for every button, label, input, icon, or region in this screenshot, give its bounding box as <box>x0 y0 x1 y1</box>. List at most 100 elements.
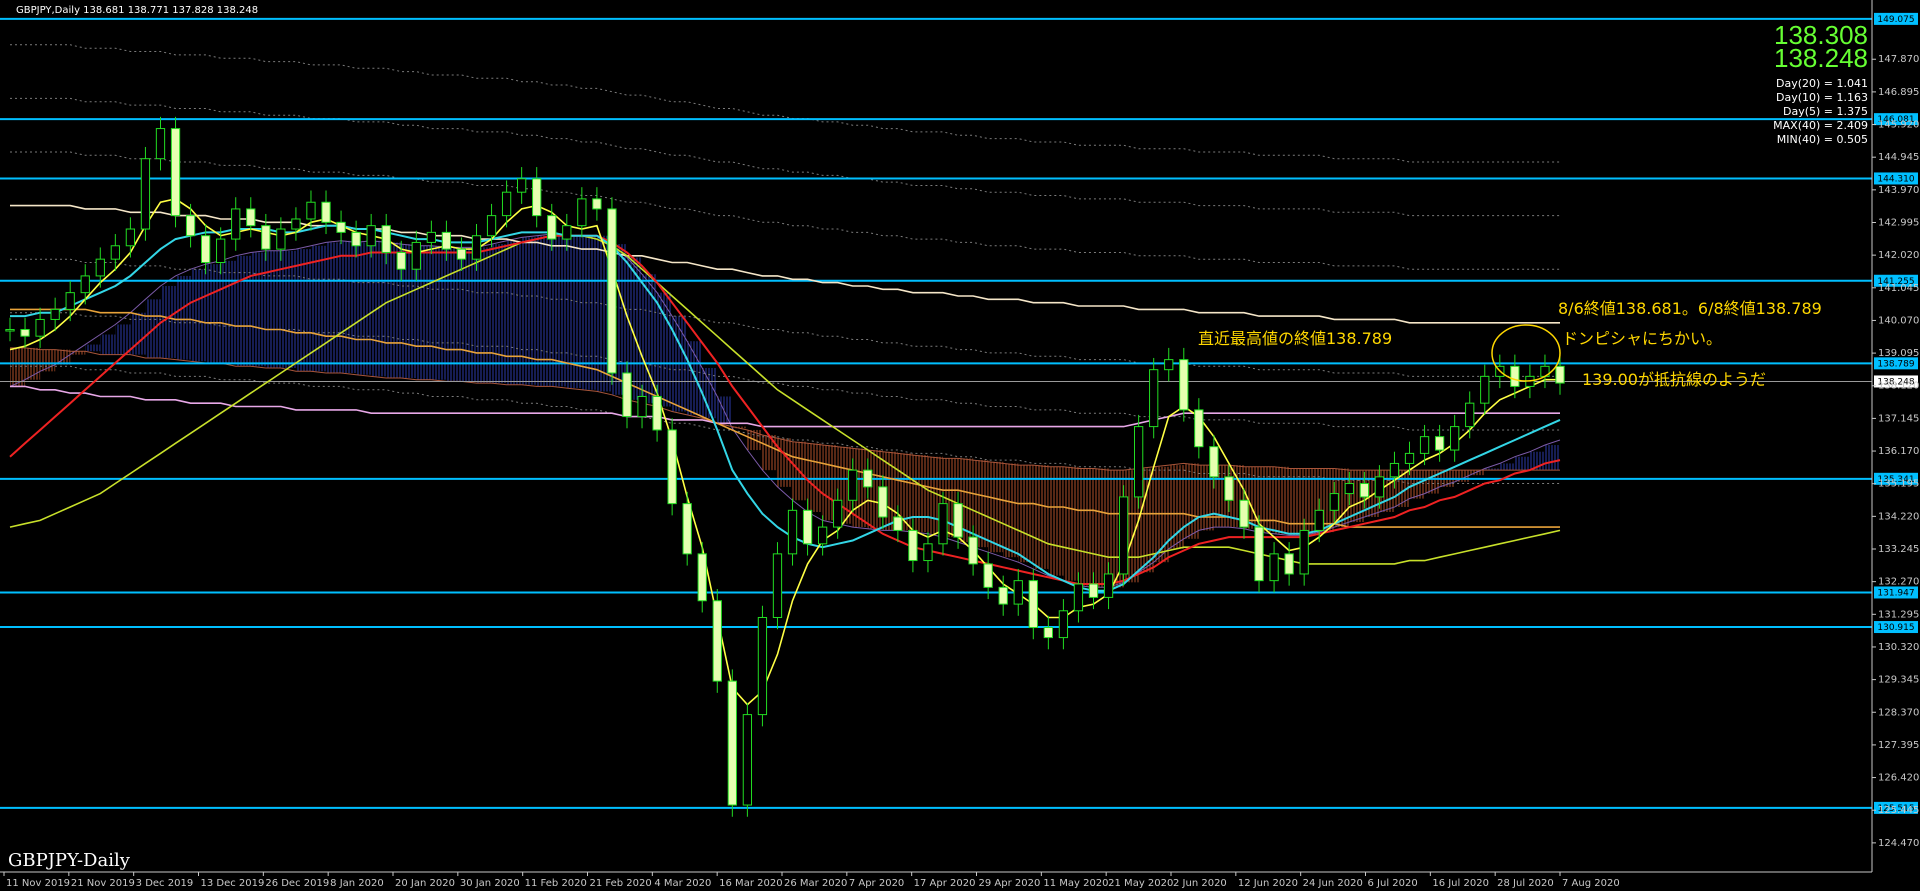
level-price-label: 149.075 <box>1877 15 1914 25</box>
candle-body <box>1419 436 1430 454</box>
candle-body <box>231 208 241 240</box>
candle-body <box>562 225 572 240</box>
cloud-segment <box>1183 463 1199 539</box>
annotation-resistance: 139.00が抵抗線のようだ <box>1582 370 1766 389</box>
price-axis-label: 127.395 <box>1878 740 1919 751</box>
time-axis-label: 3 Dec 2019 <box>136 878 194 889</box>
candle-body <box>923 543 933 562</box>
candle-body <box>276 228 286 250</box>
symbol-timeframe-label: GBPJPY-Daily <box>8 850 131 871</box>
candle-body <box>381 225 391 253</box>
annotation-dompisha: ドンピシャにちかい。 <box>1562 329 1722 348</box>
quote-price-2: 138.248 <box>1774 43 1868 73</box>
candle-body <box>336 221 346 233</box>
candle-body <box>787 509 798 555</box>
candle-body <box>1224 476 1234 501</box>
cloud-segment <box>1063 466 1079 581</box>
candle-body <box>953 503 963 538</box>
price-axis-label: 138.120 <box>1878 381 1919 392</box>
price-axis-label: 147.870 <box>1878 54 1919 65</box>
candle-body <box>185 215 196 237</box>
candle-body <box>456 248 467 260</box>
candle-body <box>772 553 783 618</box>
candle-body <box>291 218 301 230</box>
candle-body <box>817 526 828 545</box>
candle-body <box>426 231 436 243</box>
candle-body <box>351 231 361 247</box>
cloud-segment <box>220 260 236 363</box>
candle-body <box>1434 436 1445 451</box>
time-axis-label: 7 Apr 2020 <box>849 878 904 889</box>
cloud-segment <box>1259 466 1275 533</box>
candle-body <box>517 178 527 193</box>
cloud-segment <box>491 244 507 384</box>
price-axis-label: 143.970 <box>1878 185 1919 196</box>
time-axis-label: 21 Feb 2020 <box>590 878 652 889</box>
cloud-segment <box>326 242 342 374</box>
cloud-segment <box>115 324 131 355</box>
price-axis-label: 130.320 <box>1878 642 1919 653</box>
candle-body <box>501 191 512 217</box>
candle-body <box>1404 452 1415 464</box>
time-axis-label: 7 Aug 2020 <box>1562 878 1620 889</box>
time-axis-label: 24 Jun 2020 <box>1303 878 1363 889</box>
candle-body <box>968 536 978 565</box>
volatility-stats: Day(20) = 1.041 Day(10) = 1.163 Day(5) =… <box>1773 77 1868 146</box>
candle-body <box>1073 583 1084 612</box>
candle-body <box>246 208 256 227</box>
candle-body <box>1465 402 1475 428</box>
price-axis-label: 125.445 <box>1878 805 1919 816</box>
cloud-segment <box>1003 463 1019 558</box>
price-axis-label: 141.045 <box>1878 283 1919 294</box>
time-axis-label: 13 Dec 2019 <box>201 878 265 889</box>
price-axis-label: 129.345 <box>1878 675 1919 686</box>
candle-body <box>1269 553 1279 582</box>
cloud-segment <box>265 250 281 368</box>
candle-body <box>1510 365 1520 387</box>
cloud-segment <box>762 434 778 471</box>
level-price-label: 131.947 <box>1877 588 1914 598</box>
candle-body <box>1314 509 1324 531</box>
cloud-segment <box>988 461 1004 553</box>
candle-body <box>1374 476 1385 498</box>
candle-body <box>637 395 647 418</box>
annotation-recent-high: 直近最高値の終値138.789 <box>1198 329 1392 348</box>
stat-day10: Day(10) = 1.163 <box>1776 91 1868 104</box>
cloud-segment <box>1093 468 1109 588</box>
time-axis-label: 29 Apr 2020 <box>979 878 1041 889</box>
price-axis-label: 131.295 <box>1878 609 1919 620</box>
candle-body <box>216 238 226 264</box>
price-axis-label: 134.220 <box>1878 511 1919 522</box>
price-axis-label: 135.195 <box>1878 479 1919 490</box>
cloud-segment <box>356 242 372 375</box>
price-axis-label: 124.470 <box>1878 838 1919 849</box>
candle-body <box>486 215 497 237</box>
cloud-segment <box>190 269 206 362</box>
stat-day20: Day(20) = 1.041 <box>1776 77 1868 90</box>
candle-body <box>1088 583 1099 598</box>
chart-window: 149.075 146.081 144.310 141.255 138.789 135.3… <box>0 0 1920 891</box>
symbol-info-header: GBPJPY,Daily 138.681 138.771 137.828 138… <box>16 5 258 16</box>
candle-body <box>1028 580 1038 629</box>
candle-body <box>50 308 60 320</box>
time-axis-label: 12 Jun 2020 <box>1238 878 1298 889</box>
time-axis-label: 11 Feb 2020 <box>525 878 587 889</box>
time-axis-label: 4 Mar 2020 <box>654 878 711 889</box>
candle-body <box>110 245 120 260</box>
candle-body <box>95 258 105 277</box>
time-axis-label: 16 Mar 2020 <box>719 878 782 889</box>
candle-body <box>938 503 948 545</box>
candle-body <box>170 128 181 217</box>
level-price-label: 144.310 <box>1877 174 1914 184</box>
candle-body <box>908 529 918 562</box>
candle-body <box>1450 426 1460 451</box>
candle-body <box>848 469 858 501</box>
candle-body <box>712 600 722 682</box>
candle-body <box>1344 483 1354 495</box>
time-axis-label: 26 Mar 2020 <box>784 878 847 889</box>
price-axis-label: 146.895 <box>1878 87 1919 98</box>
candle-body <box>200 235 211 264</box>
candle-body <box>1164 359 1174 371</box>
candle-body <box>532 178 542 217</box>
candle-body <box>878 486 888 518</box>
